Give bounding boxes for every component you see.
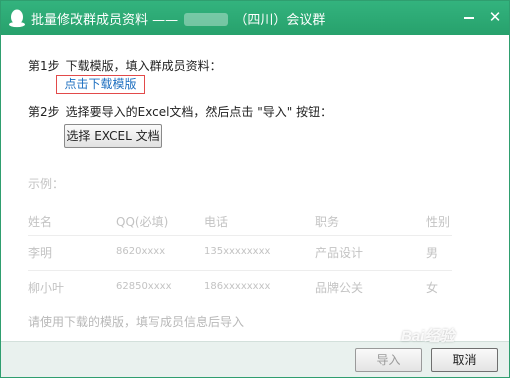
column-header: 职务 [315,215,340,229]
table-header-row: 姓名 QQ(必填) 电话 职务 性别 [28,205,452,236]
step1-text: 下载模版，填入群成员资料： [65,59,222,73]
import-hint-text: 请使用下载的模版，填写成员信息后导入 [28,315,245,329]
dialog-content: 第1步 下载模版，填入群成员资料： 点击下载模版 第2步 选择要导入的Excel文档… [1,35,509,341]
column-header: 性别 [426,215,451,229]
button-bar: 导入 取消 [1,341,509,377]
step2-line: 第2步 选择要导入的Excel文档，然后点击 "导入" 按钮： [28,103,332,120]
step1-line: 第1步 下载模版，填入群成员资料： [28,57,222,74]
table-row: 柳小叶 62850xxxx 186xxxxxxxx 品牌公关 女 [28,271,452,305]
example-table: 姓名 QQ(必填) 电话 职务 性别 李明 8620xxxx 135xxxxxx… [28,205,452,305]
select-excel-button[interactable]: 选择 EXCEL 文档 [64,124,162,148]
column-header: 姓名 [28,215,53,229]
table-cell: 135xxxxxxxx [204,246,271,257]
qq-penguin-icon [9,9,25,28]
step2-label: 第2步 [28,105,60,119]
example-label: 示例： [28,177,65,191]
table-row: 李明 8620xxxx 135xxxxxxxx 产品设计 男 [28,236,452,271]
table-cell: 李明 [28,246,53,260]
download-template-link[interactable]: 点击下载模版 [56,75,145,94]
table-cell: 柳小叶 [28,281,65,295]
table-cell: 186xxxxxxxx [204,281,271,292]
redacted-group-name [184,13,229,26]
table-cell: 产品设计 [315,246,364,260]
window-title: 批量修改群成员资料 —— （四川）会议群 [31,9,325,28]
minimize-icon [464,17,474,19]
table-cell: 男 [426,246,439,260]
window-title-left: 批量修改群成员资料 —— [31,13,179,28]
title-bar[interactable]: 批量修改群成员资料 —— （四川）会议群 ✕ [1,1,509,35]
column-header: QQ(必填) [116,215,169,229]
window-title-right: （四川）会议群 [234,13,326,28]
cancel-button[interactable]: 取消 [431,348,498,372]
import-button[interactable]: 导入 [355,348,422,372]
column-header: 电话 [204,215,229,229]
table-cell: 8620xxxx [116,246,166,257]
step1-label: 第1步 [28,59,60,73]
batch-edit-dialog: 批量修改群成员资料 —— （四川）会议群 ✕ 第1步 下载模版，填入群成员资料： … [0,0,510,378]
table-cell: 女 [426,281,439,295]
step2-text: 选择要导入的Excel文档，然后点击 "导入" 按钮： [65,105,333,119]
table-cell: 62850xxxx [116,281,172,292]
close-button[interactable]: ✕ [485,7,505,27]
table-cell: 品牌公关 [315,281,364,295]
close-icon: ✕ [488,8,502,26]
minimize-button[interactable] [459,7,479,27]
